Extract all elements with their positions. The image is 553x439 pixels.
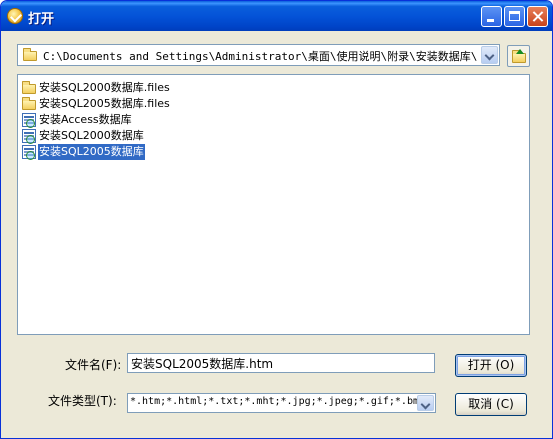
folder-icon [22, 97, 36, 110]
file-name: 安装Access数据库 [39, 113, 132, 126]
up-one-level-button[interactable] [507, 45, 530, 67]
file-list[interactable]: 安装SQL2000数据库.files 安装SQL2005数据库.files 安装… [17, 74, 530, 335]
file-name: 安装SQL2005数据库.files [39, 97, 170, 110]
open-dialog: 打开 C:\Documents and Settings\Administrat… [0, 0, 553, 439]
chevron-down-icon[interactable] [481, 46, 498, 64]
file-name: 安装SQL2000数据库 [39, 129, 144, 142]
file-name: 安装SQL2005数据库 [38, 144, 145, 160]
cancel-button[interactable]: 取消 (C) [455, 393, 527, 416]
filename-input[interactable]: 安装SQL2005数据库.htm [127, 353, 435, 373]
filetype-label: 文件类型(T): [48, 394, 117, 408]
look-in-combobox[interactable]: C:\Documents and Settings\Administrator\… [17, 44, 500, 66]
app-icon [7, 8, 23, 24]
html-document-icon [22, 129, 36, 144]
open-button[interactable]: 打开 (O) [455, 354, 527, 377]
filename-label: 文件名(F): [65, 358, 122, 372]
close-button[interactable] [527, 6, 548, 27]
minimize-button[interactable] [481, 6, 502, 27]
up-arrow-icon [516, 49, 524, 54]
folder-icon [23, 48, 37, 61]
folder-icon [512, 50, 526, 63]
filetype-value: *.htm;*.html;*.txt;*.mht;*.jpg;*.jpeg;*.… [130, 396, 418, 407]
file-name: 安装SQL2000数据库.files [39, 81, 170, 94]
filetype-select[interactable]: *.htm;*.html;*.txt;*.mht;*.jpg;*.jpeg;*.… [127, 393, 436, 413]
window-title: 打开 [28, 12, 55, 27]
title-bar[interactable]: 打开 [1, 1, 552, 31]
html-document-icon [22, 145, 36, 160]
chevron-down-icon[interactable] [417, 395, 434, 411]
maximize-button[interactable] [504, 6, 525, 27]
current-path: C:\Documents and Settings\Administrator\… [43, 50, 478, 63]
html-document-icon [22, 113, 36, 128]
folder-icon [22, 81, 36, 94]
